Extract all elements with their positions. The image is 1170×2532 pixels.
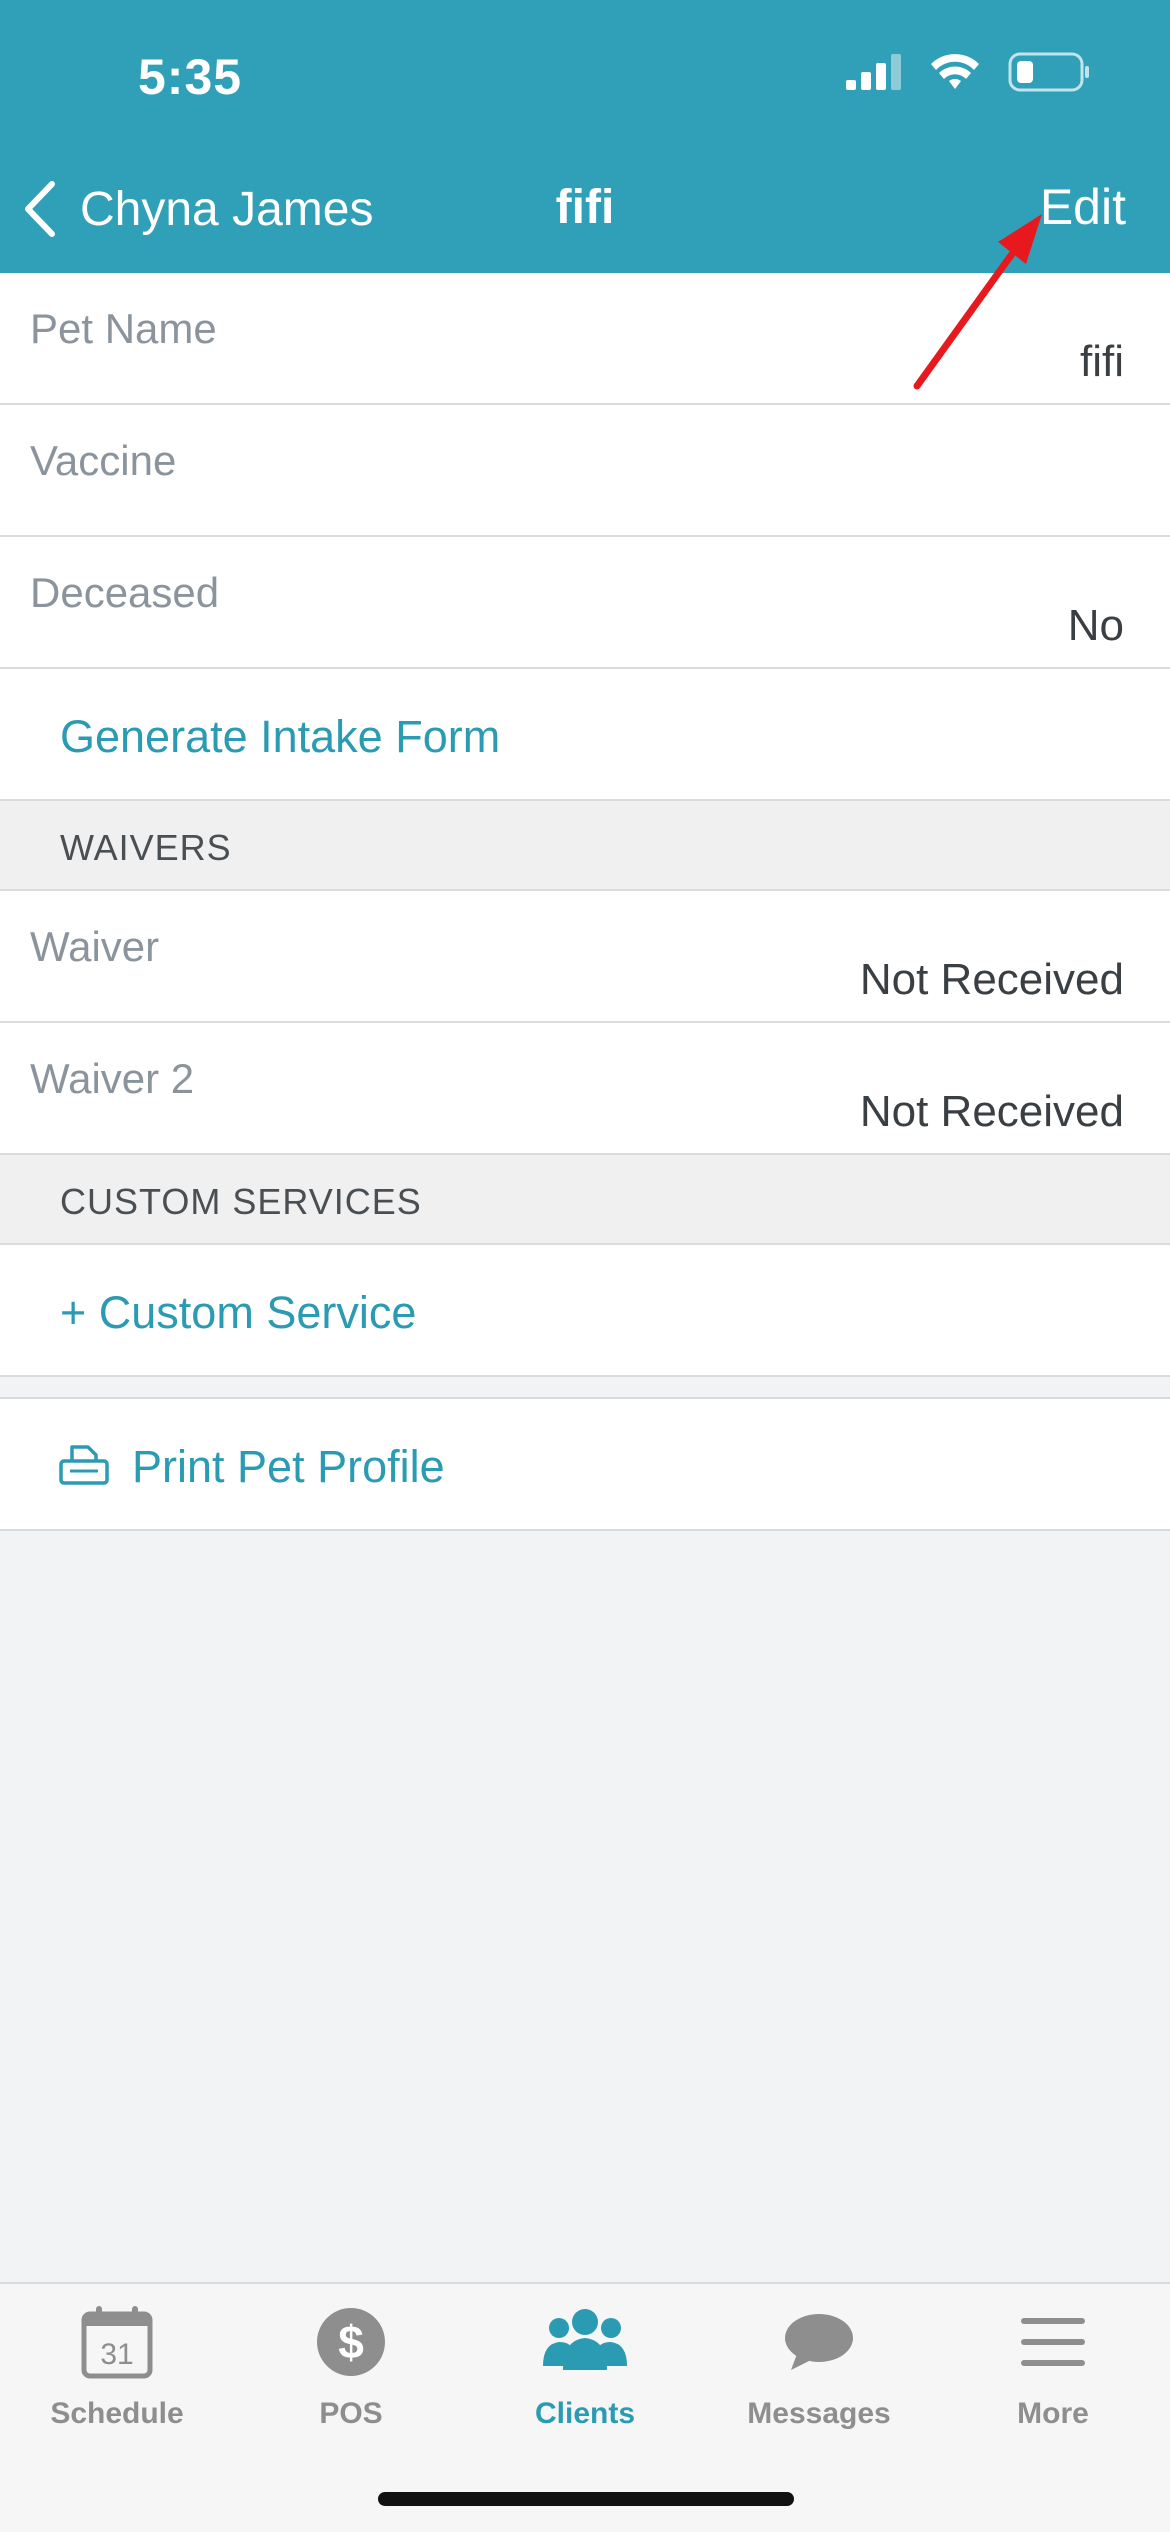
section-spacer — [0, 1377, 1170, 1399]
custom-services-header-label: CUSTOM SERVICES — [60, 1181, 422, 1222]
app-header: 5:35 Chyna James fifi Edit — [0, 0, 1170, 273]
status-icons — [846, 52, 1090, 92]
custom-services-section-header: CUSTOM SERVICES — [0, 1155, 1170, 1245]
pet-name-row[interactable]: Pet Name fifi — [0, 273, 1170, 405]
print-pet-profile-button[interactable]: Print Pet Profile — [0, 1399, 1170, 1531]
battery-icon — [1008, 52, 1089, 92]
tab-schedule[interactable]: 31 Schedule — [0, 2304, 234, 2431]
calendar-icon: 31 — [81, 2306, 153, 2379]
waiver-label: Waiver — [30, 923, 160, 970]
waiver-2-status: Not Received — [859, 1087, 1124, 1136]
page-title: fifi — [555, 181, 615, 234]
waiver-status: Not Received — [859, 955, 1124, 1004]
print-pet-profile-label: Print Pet Profile — [132, 1441, 445, 1492]
vaccine-row[interactable]: Vaccine — [0, 405, 1170, 537]
calendar-day-number: 31 — [100, 2338, 133, 2371]
tab-more[interactable]: More — [936, 2304, 1170, 2431]
tab-messages[interactable]: Messages — [702, 2304, 936, 2431]
dollar-glyph: $ — [338, 2316, 364, 2368]
tab-clients-label: Clients — [534, 2397, 636, 2430]
tab-pos-label: POS — [319, 2397, 383, 2430]
tab-clients[interactable]: Clients — [468, 2304, 702, 2431]
waivers-section-header: WAIVERS — [0, 801, 1170, 891]
tab-pos[interactable]: $ POS — [234, 2304, 468, 2431]
menu-icon — [1021, 2318, 1085, 2366]
tab-messages-label: Messages — [747, 2397, 891, 2430]
add-custom-service-label: + Custom Service — [60, 1287, 417, 1338]
edit-button[interactable]: Edit — [1040, 178, 1126, 236]
status-time: 5:35 — [138, 49, 243, 105]
deceased-value: No — [1067, 601, 1124, 650]
cellular-signal-icon — [846, 54, 901, 90]
add-custom-service-button[interactable]: + Custom Service — [0, 1245, 1170, 1377]
generate-intake-form-button[interactable]: Generate Intake Form — [0, 669, 1170, 801]
waiver-2-row[interactable]: Waiver 2 Not Received — [0, 1023, 1170, 1155]
pet-detail-list: Pet Name fifi Vaccine Deceased No Genera… — [0, 273, 1170, 1531]
chat-bubble-icon — [785, 2314, 853, 2370]
vaccine-label: Vaccine — [30, 437, 177, 484]
home-indicator[interactable] — [378, 2492, 794, 2506]
deceased-row[interactable]: Deceased No — [0, 537, 1170, 669]
generate-intake-form-label: Generate Intake Form — [60, 711, 501, 762]
waiver-2-label: Waiver 2 — [30, 1055, 195, 1102]
waiver-row[interactable]: Waiver Not Received — [0, 891, 1170, 1023]
pet-name-value: fifi — [1080, 337, 1124, 386]
printer-icon — [58, 1443, 110, 1492]
pet-name-label: Pet Name — [30, 305, 217, 352]
clients-icon — [543, 2309, 627, 2370]
deceased-label: Deceased — [30, 569, 220, 616]
wifi-icon — [931, 54, 979, 89]
tab-more-label: More — [1017, 2397, 1089, 2430]
dollar-icon: $ — [317, 2308, 385, 2376]
tab-schedule-label: Schedule — [50, 2397, 184, 2430]
waivers-header-label: WAIVERS — [60, 827, 232, 868]
